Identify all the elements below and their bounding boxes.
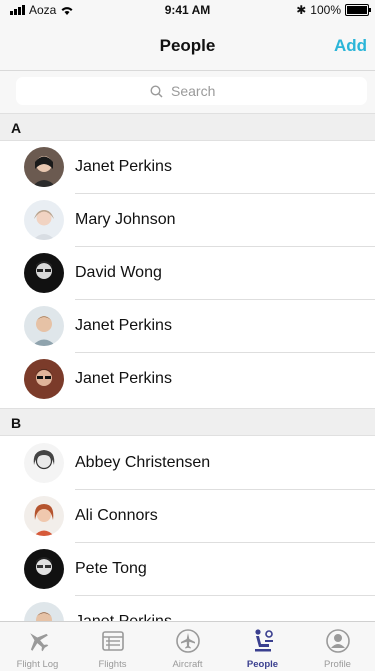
person-name: David Wong <box>75 264 162 281</box>
avatar <box>24 200 64 240</box>
tab-profile[interactable]: Profile <box>300 622 375 671</box>
avatar <box>24 253 64 293</box>
aircraft-circle-icon <box>176 629 200 653</box>
status-right: ✱ 100% <box>296 3 371 17</box>
tab-flight-log[interactable]: Flight Log <box>0 622 75 671</box>
list-item[interactable]: Ali Connors <box>0 490 375 543</box>
search-bar <box>0 71 375 113</box>
tab-flights[interactable]: Flights <box>75 622 150 671</box>
list-item[interactable]: David Wong <box>0 247 375 300</box>
list-item[interactable]: Janet Perkins <box>0 141 375 194</box>
person-name: Ali Connors <box>75 507 158 524</box>
tab-aircraft[interactable]: Aircraft <box>150 622 225 671</box>
add-button[interactable]: Add <box>334 36 367 56</box>
list-item[interactable]: Abbey Christensen <box>0 437 375 490</box>
bluetooth-icon: ✱ <box>296 3 307 17</box>
battery-percent: 100% <box>310 3 341 17</box>
navigation-bar: People Add <box>0 20 375 71</box>
list-item[interactable]: Janet Perkins <box>0 300 375 353</box>
tab-label: Flights <box>98 659 127 670</box>
list-item[interactable]: Janet Perkins <box>0 353 375 406</box>
avatar <box>24 147 64 187</box>
person-name: Janet Perkins <box>75 370 172 387</box>
tab-label: Aircraft <box>172 659 203 670</box>
section-letter: B <box>11 415 22 431</box>
person-name: Mary Johnson <box>75 211 176 228</box>
tab-label: Flight Log <box>16 659 59 670</box>
airplane-icon <box>30 633 49 652</box>
person-name: Janet Perkins <box>75 158 172 175</box>
search-icon <box>150 84 163 98</box>
section-header-b: B <box>0 408 375 436</box>
status-bar: Aoza 9:41 AM ✱ 100% <box>0 0 375 20</box>
tab-people[interactable]: People <box>225 622 300 671</box>
page-title: People <box>159 36 216 55</box>
people-icon <box>255 629 273 652</box>
tab-label: People <box>246 659 279 670</box>
section-letter: A <box>11 120 22 136</box>
avatar <box>24 359 64 399</box>
list-item[interactable]: Mary Johnson <box>0 194 375 247</box>
person-name: Abbey Christensen <box>75 454 211 471</box>
list-icon <box>102 631 124 651</box>
search-input[interactable] <box>169 82 233 100</box>
avatar <box>24 496 64 536</box>
person-name: Janet Perkins <box>75 317 172 334</box>
search-field[interactable] <box>16 77 367 105</box>
section-header-a: A <box>0 113 375 141</box>
person-name: Pete Tong <box>75 560 147 577</box>
avatar <box>24 306 64 346</box>
battery-icon <box>345 4 371 16</box>
profile-icon <box>326 629 350 653</box>
avatar <box>24 443 64 483</box>
list-item[interactable]: Pete Tong <box>0 543 375 596</box>
tab-bar: Flight Log Flights Aircraft People Profi… <box>0 621 375 671</box>
tab-label: Profile <box>324 659 351 670</box>
avatar <box>24 549 64 589</box>
